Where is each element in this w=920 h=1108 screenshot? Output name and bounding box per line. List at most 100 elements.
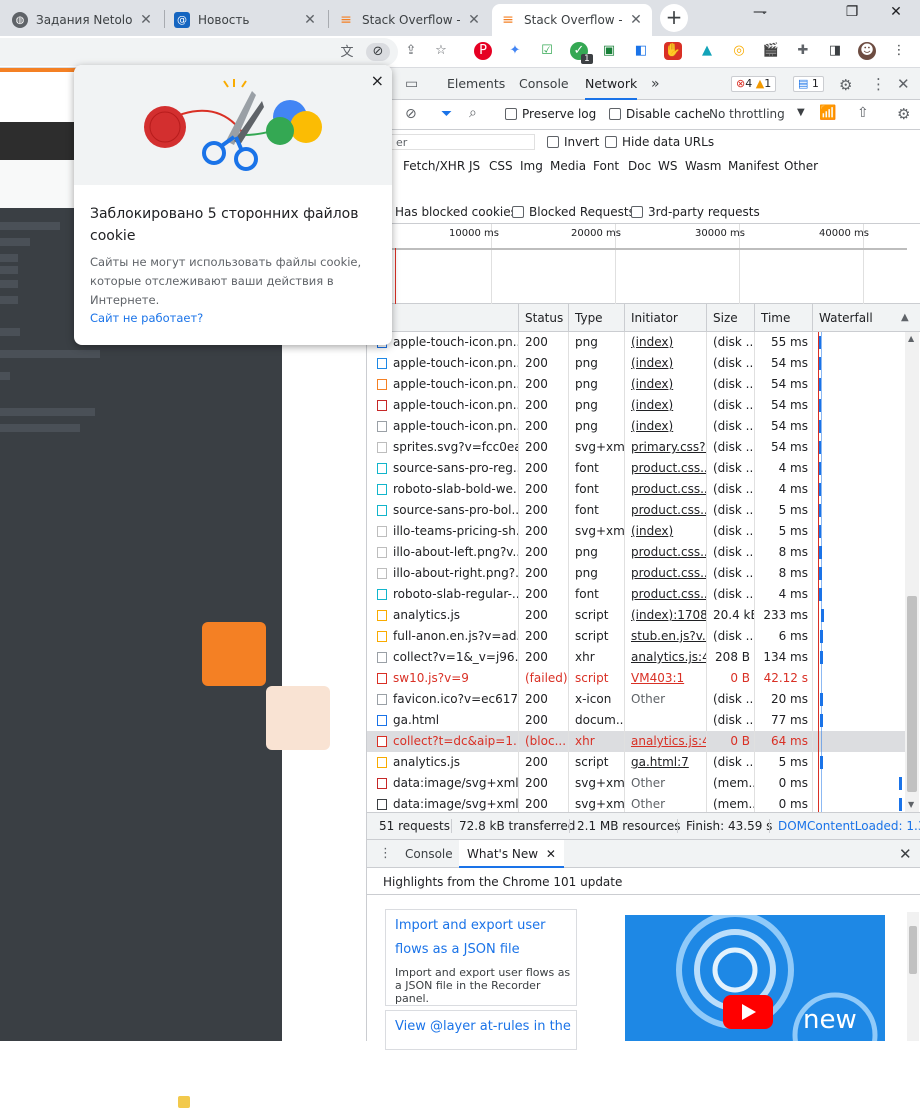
close-tab-icon[interactable]: ✕ <box>138 12 154 28</box>
throttling-select[interactable]: No throttling <box>709 107 785 121</box>
extension-triangle-icon[interactable]: ▲ <box>698 42 716 60</box>
column-time[interactable]: Time <box>755 304 813 332</box>
cell-initiator[interactable]: (index) <box>625 353 707 374</box>
cell-initiator[interactable]: product.css... <box>625 542 707 563</box>
scrollbar-thumb[interactable] <box>907 596 917 792</box>
network-conditions-icon[interactable]: 📶 <box>819 105 836 121</box>
tab-network[interactable]: Network <box>585 68 638 100</box>
issues-counter[interactable]: ⊗4 ▲1 <box>731 76 777 92</box>
adblock-extension-icon[interactable]: ✋ <box>664 42 682 60</box>
table-row[interactable]: roboto-slab-regular-... 200 font product.cs… <box>367 584 909 605</box>
table-row[interactable]: source-sans-pro-reg... 200 font product.css… <box>367 458 909 479</box>
table-row[interactable]: apple-touch-icon.pn... 200 png (index) (disk… <box>367 353 909 374</box>
restore-button[interactable]: ❐ <box>832 4 872 20</box>
whats-new-video-thumbnail[interactable]: new <box>625 915 885 1041</box>
table-row[interactable]: illo-about-right.png?... 200 png product.cs… <box>367 563 909 584</box>
drawer-menu-icon[interactable]: ⋮ <box>379 846 392 861</box>
table-row[interactable]: ga.html 200 docum... (disk ... 77 ms <box>367 710 909 731</box>
blocked-requests-checkbox[interactable]: Blocked Requests <box>512 205 635 219</box>
cell-initiator[interactable]: (index) <box>625 374 707 395</box>
table-row[interactable]: sprites.svg?v=fcc0ea...200svg+xmlprimary… <box>367 437 909 458</box>
table-row[interactable]: collect?v=1&_v=j96... 200 xhr analytics.js:… <box>367 647 909 668</box>
type-img[interactable]: Img <box>520 159 543 173</box>
close-tab-icon[interactable]: ✕ <box>466 12 482 28</box>
cell-initiator[interactable]: product.css... <box>625 479 707 500</box>
settings-gear-icon[interactable]: ⚙ <box>839 76 852 94</box>
cell-initiator[interactable]: product.css... <box>625 563 707 584</box>
cell-initiator[interactable]: stub.en.js?v... <box>625 626 707 647</box>
cell-initiator[interactable]: analytics.js:44 <box>625 731 707 752</box>
table-row[interactable]: apple-touch-icon.pn... 200 png (index) (disk… <box>367 374 909 395</box>
browser-tab-4-active[interactable]: ≡ Stack Overflow - W ✕ <box>492 4 652 36</box>
tab-elements[interactable]: Elements <box>447 68 505 100</box>
type-fetch-xhr[interactable]: Fetch/XHR <box>403 159 465 173</box>
profile-avatar[interactable]: ☻ <box>858 42 876 60</box>
bookmark-star-icon[interactable]: ☆ <box>432 42 450 60</box>
window-close-button[interactable]: ✕ <box>876 4 916 20</box>
table-row[interactable]: data:image/svg+xml;...200svg+xmlOther(me… <box>367 773 909 794</box>
import-har-icon[interactable]: ⇧ <box>857 105 869 121</box>
extension-icon[interactable]: ✦ <box>506 42 524 60</box>
dropdown-arrow-icon[interactable]: ▼ <box>797 107 805 118</box>
checkbox-box[interactable] <box>505 108 517 120</box>
checkbox-box[interactable] <box>605 136 617 148</box>
column-size[interactable]: Size <box>707 304 755 332</box>
cell-initiator[interactable]: (index):1708 <box>625 605 707 626</box>
type-font[interactable]: Font <box>593 159 619 173</box>
cell-initiator[interactable]: (index) <box>625 521 707 542</box>
table-row[interactable]: collect?t=dc&aip=1... (bloc... xhr analytic… <box>367 731 909 752</box>
feature-card-title[interactable]: Import and export user flows as a JSON f… <box>395 914 571 962</box>
table-row[interactable]: apple-touch-icon.pn... 200 png (index) (disk… <box>367 416 909 437</box>
sort-up-icon[interactable]: ▲ <box>901 312 909 323</box>
cell-initiator[interactable]: product.css... <box>625 584 707 605</box>
table-row[interactable]: favicon.ico?v=ec617... 200 x-icon Other (dis… <box>367 689 909 710</box>
checkbox-box[interactable] <box>512 206 524 218</box>
table-row[interactable]: data:image/svg+xml;...200svg+xmlOther(me… <box>367 794 909 812</box>
address-bar[interactable]: 文 ⊘ <box>0 38 398 66</box>
tab-console[interactable]: Console <box>519 68 569 100</box>
filter-icon[interactable]: ⏷ <box>441 106 452 122</box>
preserve-log-checkbox[interactable]: Preserve log <box>505 107 596 121</box>
more-tabs-icon[interactable]: » <box>651 68 660 100</box>
table-row[interactable]: sw10.js?v=9 (failed) script VM403:1 0 B 42.12… <box>367 668 909 689</box>
browser-menu-icon[interactable]: ⋮ <box>890 42 908 60</box>
feature-card-title[interactable]: View @layer at-rules in the <box>395 1015 571 1039</box>
type-wasm[interactable]: Wasm <box>685 159 721 173</box>
cell-initiator[interactable]: VM403:1 <box>625 668 707 689</box>
table-row[interactable]: full-anon.en.js?v=ad... 200 script stub.en.… <box>367 626 909 647</box>
close-tab-icon[interactable]: ✕ <box>628 12 644 28</box>
filter-input[interactable] <box>391 134 535 150</box>
cookie-blocked-eye-icon[interactable]: ⊘ <box>366 43 390 61</box>
pinterest-extension-icon[interactable]: P <box>474 42 492 60</box>
chevron-down-icon[interactable]: ⌄ <box>760 6 772 18</box>
checkbox-box[interactable] <box>631 206 643 218</box>
has-blocked-cookies-label[interactable]: Has blocked cookies <box>395 205 517 219</box>
devtools-menu-icon[interactable]: ⋮ <box>871 75 886 93</box>
browser-tab-1[interactable]: ◍ Задания Netology ✕ <box>4 4 162 36</box>
cell-initiator[interactable]: primary.css?... <box>625 437 707 458</box>
cell-initiator[interactable]: (index) <box>625 395 707 416</box>
close-drawer-icon[interactable]: ✕ <box>899 845 912 863</box>
cell-initiator[interactable]: product.css... <box>625 458 707 479</box>
scroll-down-arrow-icon[interactable]: ▼ <box>908 800 914 809</box>
scroll-up-arrow-icon[interactable]: ▲ <box>908 334 914 343</box>
cell-initiator[interactable]: analytics.js:44 <box>625 647 707 668</box>
table-row[interactable]: analytics.js 200 script ga.html:7 (disk ... 5… <box>367 752 909 773</box>
messages-counter[interactable]: ▤ 1 <box>793 76 824 92</box>
extensions-puzzle-icon[interactable]: ✚ <box>794 42 812 60</box>
checkbox-box[interactable] <box>547 136 559 148</box>
column-status[interactable]: Status <box>519 304 569 332</box>
type-other[interactable]: Other <box>784 159 818 173</box>
column-type[interactable]: Type <box>569 304 625 332</box>
extension-check-icon[interactable]: ☑ <box>538 42 556 60</box>
type-media[interactable]: Media <box>550 159 586 173</box>
type-doc[interactable]: Doc <box>628 159 651 173</box>
search-icon[interactable]: ⌕ <box>469 105 477 121</box>
third-party-checkbox[interactable]: 3rd-party requests <box>631 205 760 219</box>
cell-initiator[interactable]: product.css... <box>625 500 707 521</box>
close-popup-icon[interactable]: × <box>371 71 384 90</box>
translate-icon[interactable]: 文 <box>338 44 356 62</box>
table-row[interactable]: analytics.js 200 script (index):1708 20.4 kB… <box>367 605 909 626</box>
table-row[interactable]: apple-touch-icon.pn... 200 png (index) (disk… <box>367 332 909 353</box>
close-tab-icon[interactable]: ✕ <box>302 12 318 28</box>
